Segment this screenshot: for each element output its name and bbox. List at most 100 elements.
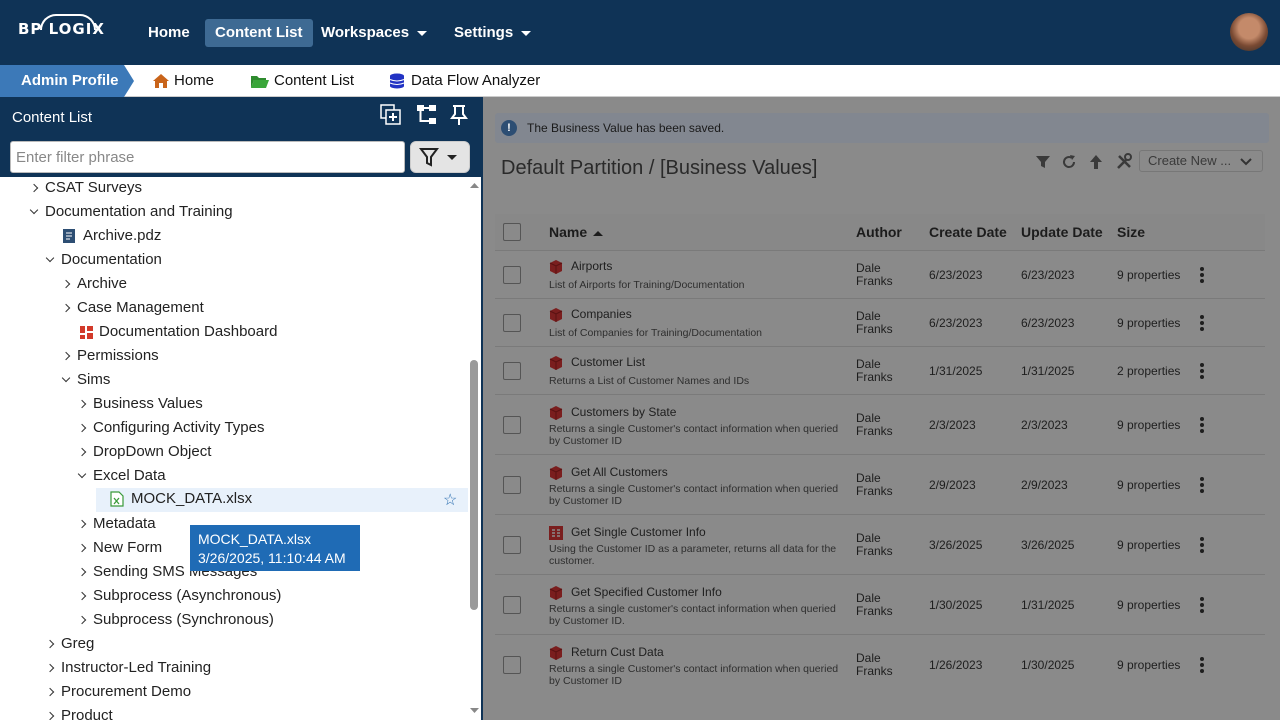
row-menu-icon[interactable] — [1200, 363, 1204, 381]
tree-item-product[interactable]: Product — [44, 704, 113, 720]
tree-item-documentation-dashboard[interactable]: Documentation Dashboard — [80, 320, 277, 344]
tree-item-documentation[interactable]: Documentation — [44, 248, 162, 272]
col-create-date-header[interactable]: Create Date — [929, 224, 1007, 240]
row-name[interactable]: Airports — [571, 259, 612, 273]
filter-icon[interactable] — [1034, 153, 1052, 171]
row-menu-icon[interactable] — [1200, 477, 1204, 495]
col-size-header[interactable]: Size — [1117, 224, 1145, 240]
row-menu-icon[interactable] — [1200, 597, 1204, 615]
row-checkbox[interactable] — [503, 416, 521, 434]
tree-item-metadata[interactable]: Metadata — [76, 512, 156, 536]
tree-item-csat-surveys[interactable]: CSAT Surveys — [28, 177, 142, 200]
add-window-icon[interactable] — [379, 103, 403, 127]
row-author: Dale Franks — [856, 531, 893, 558]
arrow-up-icon[interactable] — [1087, 153, 1105, 171]
row-name[interactable]: Customers by State — [571, 405, 676, 419]
select-all-checkbox[interactable] — [503, 223, 521, 241]
row-create-date: 6/23/2023 — [929, 316, 983, 330]
document-icon — [63, 229, 75, 243]
table-row[interactable]: Get Single Customer Info Using the Custom… — [495, 514, 1265, 574]
tree-item-archive[interactable]: Archive — [60, 272, 127, 296]
table-row[interactable]: Customer List Returns a List of Customer … — [495, 346, 1265, 394]
row-checkbox[interactable] — [503, 536, 521, 554]
row-checkbox[interactable] — [503, 266, 521, 284]
filter-input[interactable] — [10, 141, 405, 173]
nav-home[interactable]: Home — [138, 19, 200, 47]
nav-settings[interactable]: Settings — [444, 19, 541, 47]
pin-icon[interactable] — [447, 103, 471, 127]
nav-content-list[interactable]: Content List — [205, 19, 313, 47]
tree-item-procurement-demo[interactable]: Procurement Demo — [44, 680, 191, 704]
row-checkbox[interactable] — [503, 314, 521, 332]
user-avatar[interactable] — [1230, 13, 1268, 51]
row-size: 9 properties — [1117, 316, 1181, 330]
tools-icon[interactable] — [1115, 153, 1133, 171]
tree-structure-icon[interactable] — [415, 103, 439, 127]
tree-item-business-values[interactable]: Business Values — [76, 392, 203, 416]
table-row[interactable]: Customers by State Returns a single Custo… — [495, 394, 1265, 454]
database-icon — [389, 73, 405, 89]
tree-item-case-management[interactable]: Case Management — [60, 296, 204, 320]
scroll-down-icon[interactable] — [468, 705, 481, 715]
col-author-header[interactable]: Author — [856, 224, 902, 240]
tree-item-instructor-led-training[interactable]: Instructor-Led Training — [44, 656, 211, 680]
row-name[interactable]: Get Specified Customer Info — [571, 585, 722, 599]
bp-logix-logo[interactable]: BP LOGIX — [18, 14, 105, 38]
create-new-dropdown[interactable]: Create New ... — [1139, 150, 1263, 172]
chevron-right-icon — [77, 519, 87, 529]
table-row[interactable]: Companies List of Companies for Training/… — [495, 298, 1265, 346]
tree-item-configuring-activity-types[interactable]: Configuring Activity Types — [76, 416, 264, 440]
row-menu-icon[interactable] — [1200, 537, 1204, 555]
crumb-content-list[interactable]: Content List — [250, 65, 354, 97]
row-name[interactable]: Get Single Customer Info — [571, 525, 706, 539]
scroll-up-icon[interactable] — [468, 181, 481, 191]
row-size: 9 properties — [1117, 418, 1181, 432]
tree-item-documentation-and-training[interactable]: Documentation and Training — [28, 200, 233, 224]
row-checkbox[interactable] — [503, 362, 521, 380]
row-name[interactable]: Get All Customers — [571, 465, 668, 479]
crumb-home[interactable]: Home — [152, 65, 214, 97]
scrollbar-thumb[interactable] — [470, 360, 478, 610]
tree-item-permissions[interactable]: Permissions — [60, 344, 159, 368]
row-name[interactable]: Customer List — [571, 355, 645, 369]
content-list-header: Content List — [0, 97, 481, 177]
crumb-data-flow-analyzer[interactable]: Data Flow Analyzer — [389, 65, 540, 97]
table-row[interactable]: Return Cust Data Returns a single Custome… — [495, 634, 1265, 694]
row-menu-icon[interactable] — [1200, 315, 1204, 333]
tree-item-mock-data-xlsx[interactable]: MOCK_DATA.xlsx — [110, 487, 252, 511]
table-row[interactable]: Get Specified Customer Info Returns a sin… — [495, 574, 1265, 634]
tree-item-excel-data[interactable]: Excel Data — [76, 464, 166, 488]
tree-item-dropdown-object[interactable]: DropDown Object — [76, 440, 211, 464]
dashboard-icon — [80, 326, 93, 339]
row-name[interactable]: Return Cust Data — [571, 645, 664, 659]
tree-item-subprocess-async[interactable]: Subprocess (Asynchronous) — [76, 584, 281, 608]
row-size: 2 properties — [1117, 364, 1181, 378]
row-menu-icon[interactable] — [1200, 657, 1204, 675]
row-create-date: 1/26/2023 — [929, 658, 983, 672]
refresh-icon[interactable] — [1060, 153, 1078, 171]
row-menu-icon[interactable] — [1200, 267, 1204, 285]
filter-dropdown-button[interactable] — [410, 141, 470, 173]
row-name[interactable]: Companies — [571, 307, 632, 321]
panel-title: Content List — [12, 109, 93, 126]
tree-item-subprocess-sync[interactable]: Subprocess (Synchronous) — [76, 608, 274, 632]
tree-item-greg[interactable]: Greg — [44, 632, 94, 656]
row-menu-icon[interactable] — [1200, 417, 1204, 435]
col-name-header[interactable]: Name — [549, 224, 604, 240]
admin-profile-tab[interactable]: Admin Profile — [0, 65, 134, 97]
favorite-star-icon[interactable]: ☆ — [443, 490, 457, 510]
row-description: List of Companies for Training/Documenta… — [549, 327, 763, 339]
nav-workspaces[interactable]: Workspaces — [311, 19, 437, 47]
tree-item-sims[interactable]: Sims — [60, 368, 110, 392]
row-size: 9 properties — [1117, 538, 1181, 552]
col-update-date-header[interactable]: Update Date — [1021, 224, 1103, 240]
cube-icon — [549, 308, 563, 322]
row-author: Dale Franks — [856, 261, 893, 288]
tree-item-archive-pdz[interactable]: Archive.pdz — [62, 224, 161, 248]
row-checkbox[interactable] — [503, 596, 521, 614]
table-row[interactable]: Get All Customers Returns a single Custom… — [495, 454, 1265, 514]
table-row[interactable]: Airports List of Airports for Training/Do… — [495, 250, 1265, 298]
row-checkbox[interactable] — [503, 476, 521, 494]
row-checkbox[interactable] — [503, 656, 521, 674]
tree-item-new-form[interactable]: New Form — [76, 536, 162, 560]
